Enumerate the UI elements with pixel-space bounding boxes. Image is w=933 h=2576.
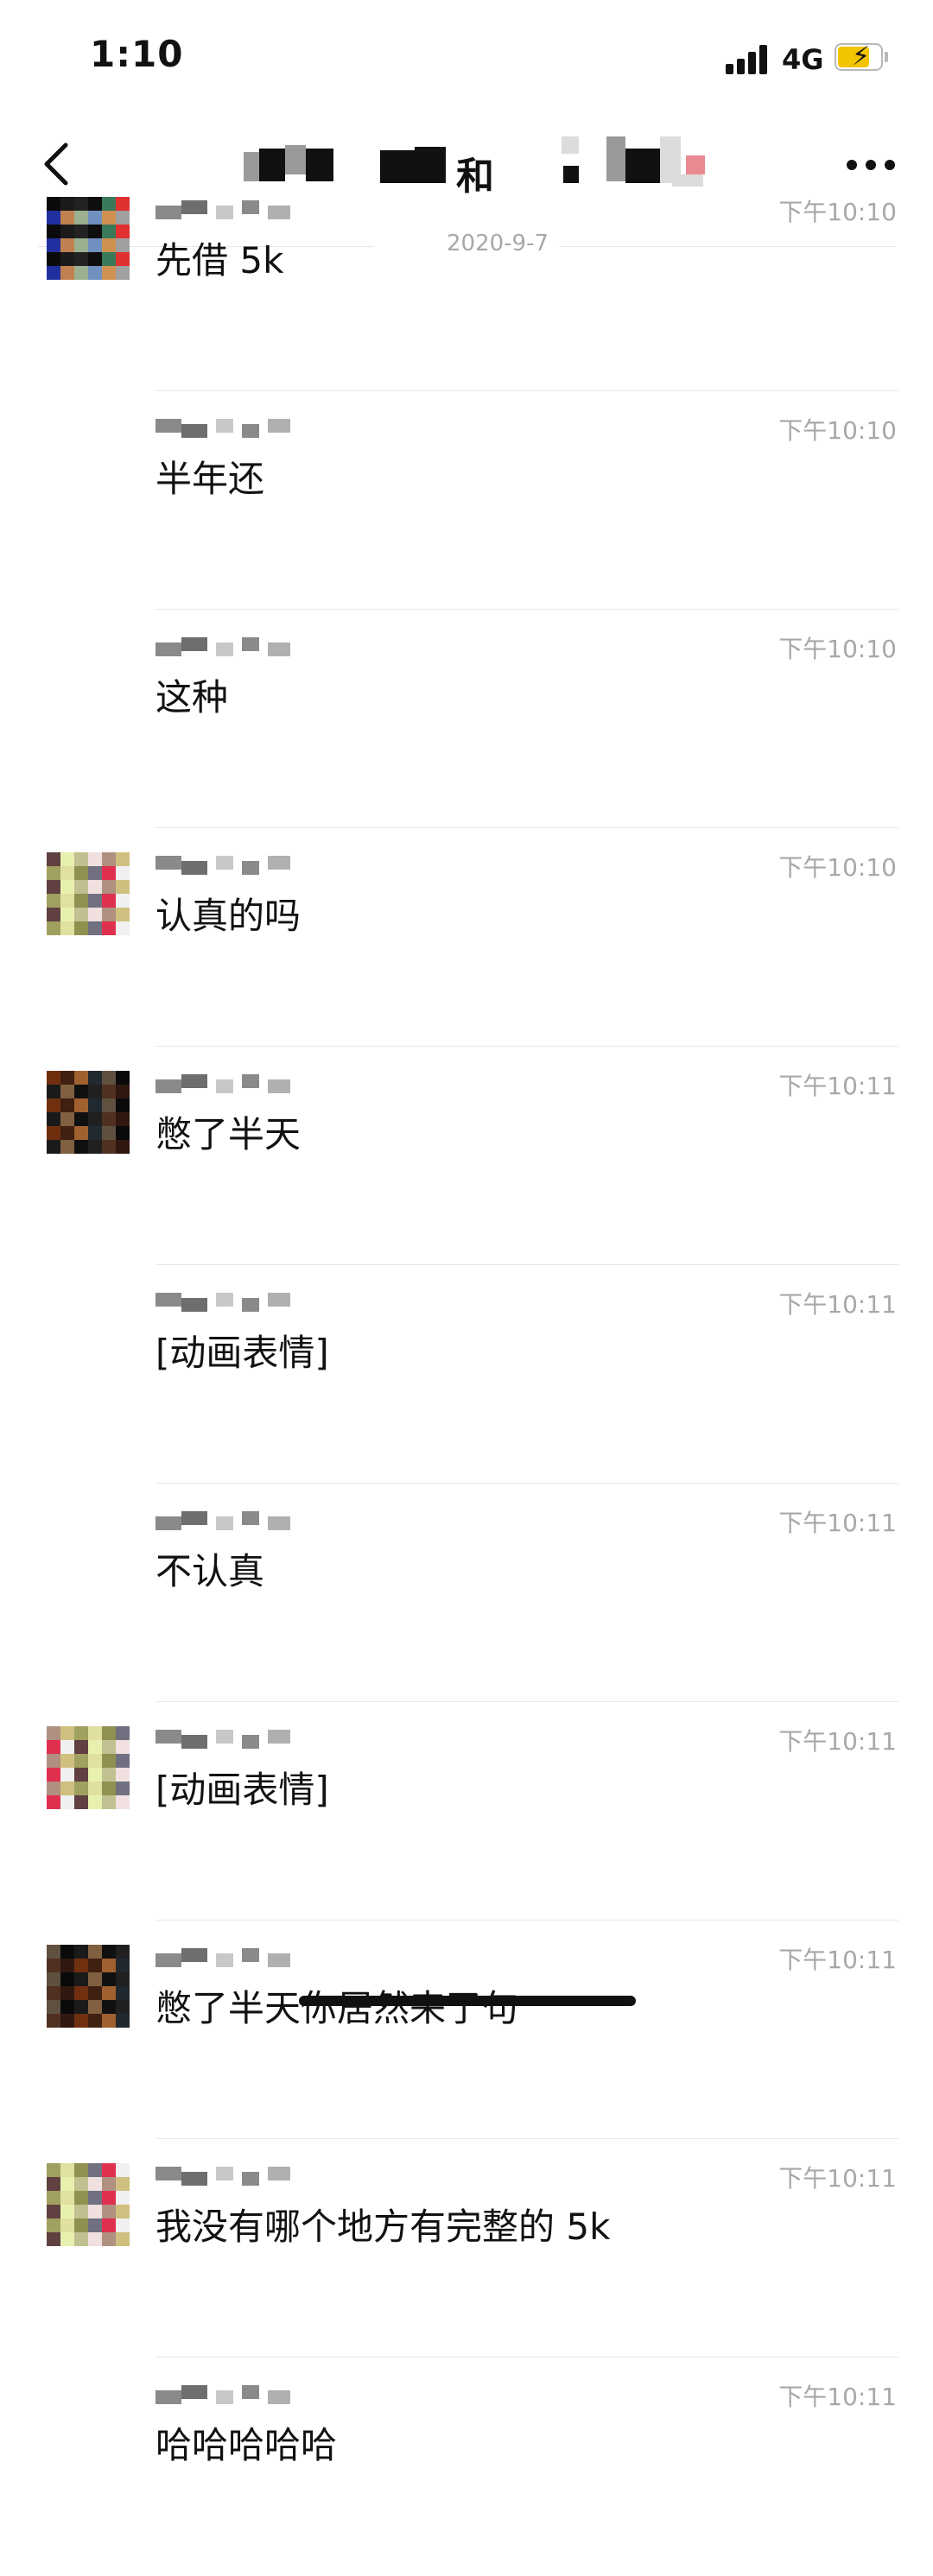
message-text: 憋了半天 [156, 1113, 301, 1155]
avatar[interactable] [47, 197, 130, 280]
sender-name [156, 415, 311, 441]
message-item[interactable]: 下午10:11 [动画表情] [0, 1702, 933, 1921]
sender-name [156, 1071, 311, 1097]
sender-name [156, 634, 311, 660]
message-time: 下午10:11 [778, 1727, 897, 1756]
message-time: 下午10:10 [778, 853, 897, 882]
message-text: 半年还 [156, 458, 265, 500]
message-text: 认真的吗 [156, 895, 301, 937]
message-item[interactable]: 下午10:10 半年还 [0, 391, 933, 610]
message-item[interactable]: 下午10:11 不认真 [0, 1484, 933, 1702]
message-text: [动画表情] [156, 1332, 329, 1374]
sender-name [156, 1726, 311, 1752]
message-time: 下午10:11 [778, 1946, 897, 1974]
message-text: 哈哈哈哈哈 [156, 2424, 338, 2466]
message-time: 下午10:11 [778, 1072, 897, 1100]
message-text: [动画表情] [156, 1769, 329, 1811]
message-time: 下午10:10 [778, 416, 897, 445]
message-time: 下午10:11 [778, 2383, 897, 2411]
avatar[interactable] [47, 2163, 130, 2246]
message-item[interactable]: 下午10:11 我没有哪个地方有完整的 5k [0, 2139, 933, 2358]
message-item[interactable]: 下午10:11 哈哈哈哈哈 [0, 2358, 933, 2576]
message-text: 不认真 [156, 1550, 265, 1592]
message-item[interactable]: 下午10:11 憋了半天 [0, 1047, 933, 1265]
message-text: 这种 [156, 676, 229, 718]
home-indicator[interactable] [299, 1996, 636, 2006]
message-item[interactable]: 下午10:10 认真的吗 [0, 828, 933, 1047]
sender-name [156, 197, 311, 223]
message-text: 我没有哪个地方有完整的 5k [156, 2206, 611, 2248]
message-item[interactable]: 下午10:10 先借 5k [0, 173, 933, 391]
message-time: 下午10:11 [778, 1509, 897, 1537]
sender-name [156, 2382, 311, 2408]
message-text: 先借 5k [156, 239, 284, 282]
message-item[interactable]: 下午10:11 憋了半天你居然来了句 [0, 1921, 933, 2139]
message-time: 下午10:10 [778, 635, 897, 663]
more-dots-icon [847, 160, 857, 170]
message-time: 下午10:11 [778, 1290, 897, 1319]
message-time: 下午10:10 [778, 198, 897, 226]
avatar[interactable] [47, 1726, 130, 1809]
avatar[interactable] [47, 1071, 130, 1154]
message-time: 下午10:11 [778, 2164, 897, 2193]
message-item[interactable]: 下午10:11 [动画表情] [0, 1265, 933, 1484]
status-bar: 1:10 4G ⚡ [0, 0, 933, 112]
network-type: 4G [782, 43, 824, 76]
status-time: 1:10 [90, 33, 184, 75]
sender-name [156, 852, 311, 878]
sender-name [156, 2163, 311, 2189]
sender-name [156, 1289, 311, 1315]
message-item[interactable]: 下午10:10 这种 [0, 610, 933, 828]
avatar[interactable] [47, 852, 130, 935]
more-button[interactable] [847, 160, 898, 170]
cellular-signal-icon [726, 43, 771, 74]
sender-name [156, 1508, 311, 1534]
avatar[interactable] [47, 1945, 130, 2028]
sender-name [156, 1945, 311, 1971]
battery-charging-icon: ⚡ [835, 41, 888, 72]
